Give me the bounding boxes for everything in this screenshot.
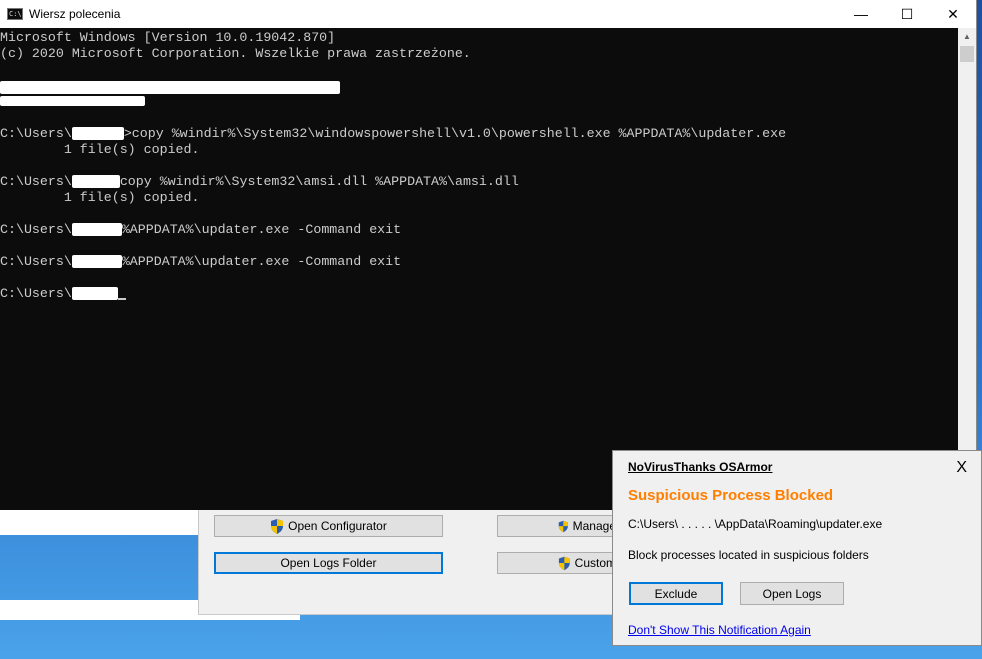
exclude-button[interactable]: Exclude	[629, 582, 723, 605]
text-cursor	[117, 298, 126, 300]
command-text: %APPDATA%\updater.exe -Command exit	[121, 222, 402, 237]
scroll-thumb[interactable]	[960, 46, 974, 62]
console-line: C:\Users\ copy %windir%\System32\amsi.dll…	[0, 174, 519, 190]
console-line: C:\Users\ %APPDATA%\updater.exe -Command …	[0, 222, 401, 238]
console-line: C:\Users\ %APPDATA%\updater.exe -Command …	[0, 254, 401, 270]
cmd-icon: C:\	[7, 8, 23, 20]
minimize-icon: —	[854, 6, 868, 22]
prompt-prefix: C:\Users\	[0, 254, 72, 269]
console-line: C:\Users\ >copy %windir%\System32\windows…	[0, 126, 786, 142]
console-line: (c) 2020 Microsoft Corporation. Wszelkie…	[0, 46, 471, 61]
manage-label: Manage	[572, 519, 616, 533]
command-text: copy %windir%\System32\amsi.dll %APPDATA…	[119, 174, 519, 189]
notification-app-title: NoVirusThanks OSArmor	[628, 460, 773, 474]
open-logs-label: Open Logs	[762, 586, 822, 601]
scroll-up-icon[interactable]: ▲	[958, 28, 976, 45]
prompt-prefix: C:\Users\	[0, 126, 72, 141]
dont-show-again-link[interactable]: Don't Show This Notification Again	[628, 623, 811, 637]
redacted-line	[0, 94, 145, 110]
open-configurator-button[interactable]: Open Configurator	[214, 515, 443, 537]
block-rule-description: Block processes located in suspicious fo…	[628, 548, 869, 562]
redacted-username	[71, 126, 124, 140]
close-icon: ✕	[947, 5, 959, 22]
title-bar[interactable]: C:\ Wiersz polecenia — ☐ ✕	[0, 0, 976, 28]
notification-close-button[interactable]: X	[956, 459, 967, 477]
prompt-prefix: C:\Users\	[0, 174, 72, 189]
console-output[interactable]: Microsoft Windows [Version 10.0.19042.87…	[0, 28, 958, 510]
exclude-label: Exclude	[654, 586, 698, 601]
redacted-area	[0, 510, 200, 535]
redacted-username	[71, 222, 122, 236]
redacted-username	[71, 286, 118, 300]
open-logs-button[interactable]: Open Logs	[740, 582, 844, 605]
osarmor-notification: NoVirusThanks OSArmor X Suspicious Proce…	[612, 450, 982, 646]
uac-shield-icon	[558, 520, 568, 532]
uac-shield-icon	[558, 556, 570, 570]
uac-shield-icon	[271, 518, 284, 534]
custom-label: Custom	[574, 556, 616, 570]
prompt-prefix: C:\Users\	[0, 222, 72, 237]
console-line: 1 file(s) copied.	[0, 142, 200, 157]
redacted-username	[71, 254, 122, 268]
open-logs-folder-button[interactable]: Open Logs Folder	[214, 552, 443, 574]
command-text: >copy %windir%\System32\windowspowershel…	[123, 126, 787, 141]
close-button[interactable]: ✕	[930, 0, 976, 28]
blocked-process-path: C:\Users\ . . . . . \AppData\Roaming\upd…	[628, 517, 883, 531]
console-line: C:\Users\	[0, 286, 126, 302]
console-line: Microsoft Windows [Version 10.0.19042.87…	[0, 30, 336, 45]
custom-button[interactable]: Custom	[497, 552, 617, 574]
maximize-button[interactable]: ☐	[884, 0, 930, 28]
open-logs-folder-label: Open Logs Folder	[280, 556, 377, 570]
osarmor-main-window: Open Configurator Manage Open Logs Folde…	[198, 505, 620, 615]
maximize-icon: ☐	[900, 5, 914, 22]
command-text: %APPDATA%\updater.exe -Command exit	[121, 254, 402, 269]
open-configurator-label: Open Configurator	[288, 519, 387, 533]
notification-heading: Suspicious Process Blocked	[628, 487, 834, 504]
minimize-button[interactable]: —	[838, 0, 884, 28]
vertical-scrollbar[interactable]: ▲	[958, 28, 976, 510]
console-line: 1 file(s) copied.	[0, 190, 200, 205]
prompt-prefix: C:\Users\	[0, 286, 72, 301]
window-title: Wiersz polecenia	[29, 7, 121, 21]
redacted-username	[71, 174, 120, 188]
manage-button[interactable]: Manage	[497, 515, 617, 537]
command-prompt-window[interactable]: C:\ Wiersz polecenia — ☐ ✕ Microsoft Win…	[0, 0, 977, 510]
